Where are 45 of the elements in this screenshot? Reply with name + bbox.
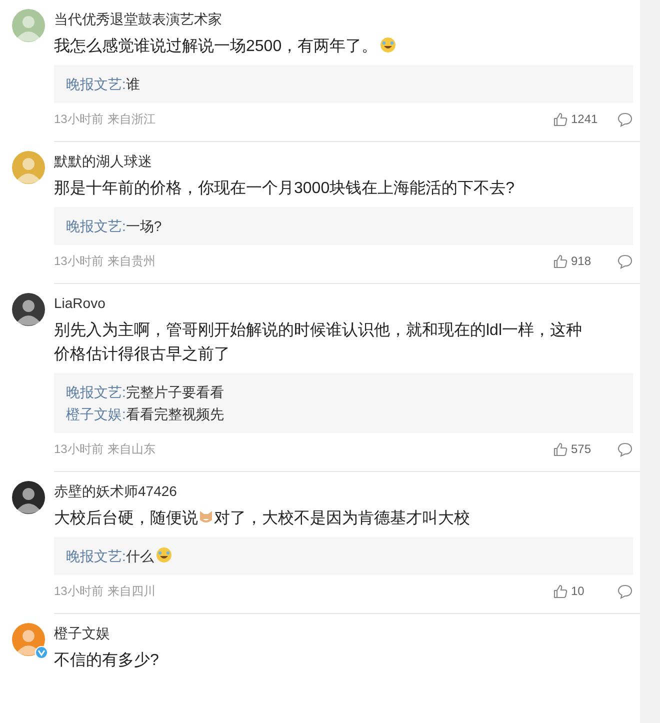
thumbs-up-icon[interactable] [553,254,568,268]
comment-location: 来自贵州 [107,253,156,270]
username-link[interactable]: 赤壁的妖术师47426 [54,481,177,501]
reply-username-link[interactable]: 橙子文娱: [66,403,126,425]
like-count: 10 [571,583,586,600]
like-count: 1241 [571,111,599,128]
avatar[interactable] [12,293,45,326]
username-link[interactable]: 橙子文娱 [54,623,110,643]
comment-text: 大校后台硬，随便说 对了，大校不是因为肯德基才叫大校 [54,508,471,529]
reply-username-link[interactable]: 晚报文艺: [66,545,126,567]
comment-bubble-icon[interactable] [617,112,633,126]
reply-text: 看看完整视频先 [126,405,224,424]
username-link[interactable]: 当代优秀退堂鼓表演艺术家 [54,9,222,29]
comment-location: 来自四川 [107,583,156,600]
reply-text: 一场? [126,217,162,236]
comment-text: 别先入为主啊，管哥刚开始解说的时候谁认识他，就和现在的ldl一样，这种价格估计得很古早之前了 [54,320,584,365]
comment-text: 那是十年前的价格，你现在一个月3000块钱在上海能活的下不去? [54,178,516,199]
avatar[interactable] [12,481,45,514]
reply-username-link[interactable]: 晚报文艺: [66,73,126,95]
username-link[interactable]: 默默的湖人球迷 [54,151,152,171]
username-link[interactable]: LiaRovo [54,293,106,313]
cat-emoji-icon [198,509,214,525]
thumbs-up-icon[interactable] [553,584,568,598]
comment-text: 不信的有多少? [54,650,160,671]
laughing-emoji-icon [156,547,172,563]
comment-time: 13小时前 [54,441,104,458]
comment-text: 我怎么感觉谁说过解说一场2500，有两年了。 [54,35,633,59]
like-count: 575 [571,441,592,458]
comment-location: 来自山东 [107,441,156,458]
comment-bubble-icon[interactable] [617,442,633,456]
comment-time: 13小时前 [54,253,104,270]
laughing-emoji-icon [380,37,396,53]
reply-username-link[interactable]: 晚报文艺: [66,215,126,237]
thumbs-up-icon[interactable] [553,112,568,126]
comment-bubble-icon[interactable] [617,254,633,268]
thumbs-up-icon[interactable] [553,442,568,456]
reply-text: 完整片子要看看 [126,383,224,402]
comment-location: 来自浙江 [107,111,156,128]
comment-bubble-icon[interactable] [617,584,633,598]
comment-time: 13小时前 [54,583,104,600]
reply-text: 谁 [126,75,140,94]
reply-username-link[interactable]: 晚报文艺: [66,381,126,403]
comment-time: 13小时前 [54,111,104,128]
like-count: 918 [571,253,592,270]
reply-text: 什么 [126,545,174,567]
